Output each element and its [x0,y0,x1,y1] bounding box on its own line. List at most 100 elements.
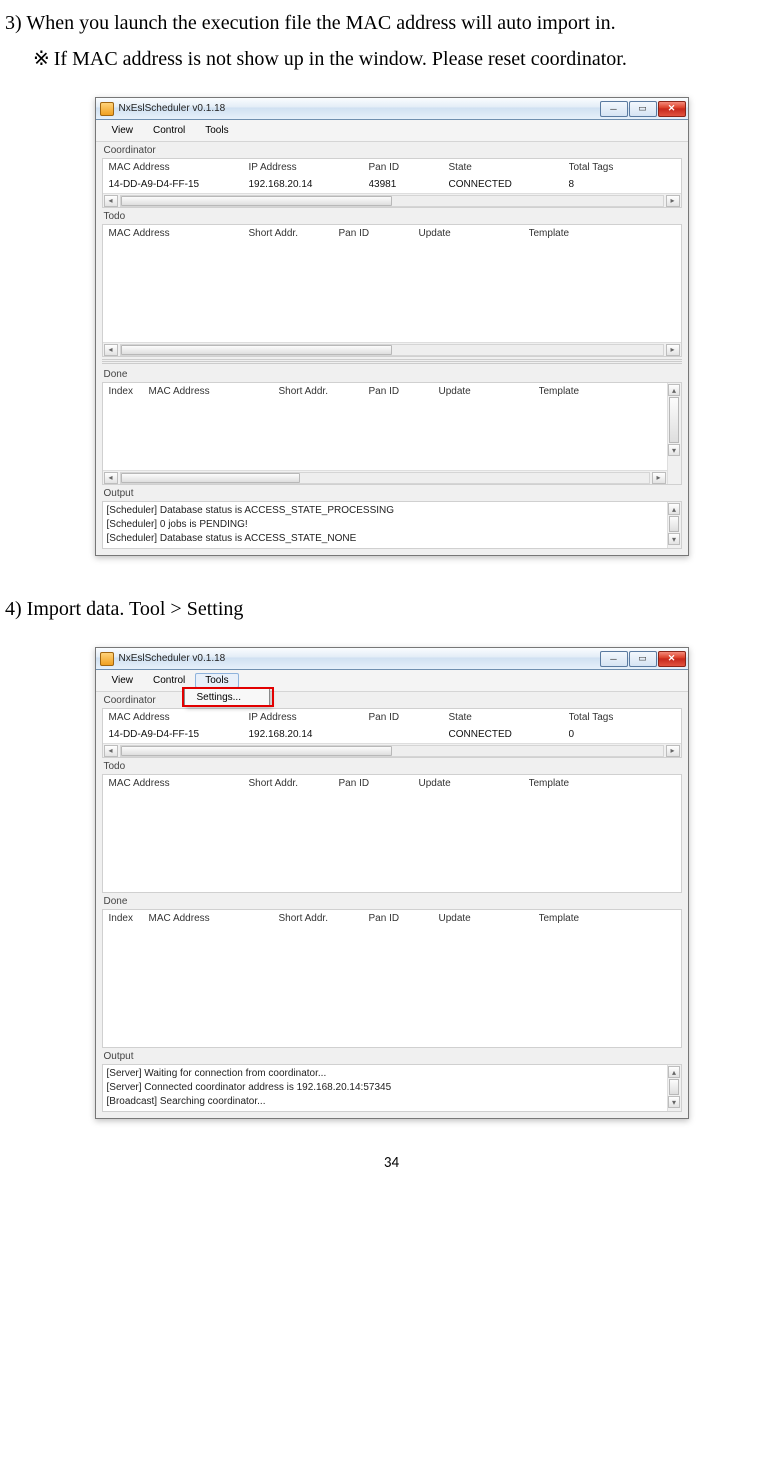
todo-panel: MAC Address Short Addr. Pan ID Update Te… [102,224,682,357]
col-index[interactable]: Index [109,386,149,397]
scroll-right-icon[interactable]: ▸ [666,344,680,356]
coordinator-panel: MAC Address IP Address Pan ID State Tota… [102,708,682,758]
minimize-button[interactable]: ─ [600,101,628,117]
app-window-1: NxEslScheduler v0.1.18 ─ ▭ ✕ View Contro… [95,97,689,556]
cell-state: CONNECTED [449,179,569,190]
col-pan[interactable]: Pan ID [339,778,419,789]
tools-dropdown: Settings... [184,688,270,707]
col-pan[interactable]: Pan ID [369,386,439,397]
col-template[interactable]: Template [539,913,675,924]
scroll-left-icon[interactable]: ◂ [104,472,118,484]
menu-item-settings[interactable]: Settings... [185,689,269,706]
scroll-down-icon[interactable]: ▾ [668,533,680,545]
col-update[interactable]: Update [419,778,529,789]
col-template[interactable]: Template [529,778,675,789]
col-pan[interactable]: Pan ID [369,712,449,723]
col-short-addr[interactable]: Short Addr. [279,913,369,924]
scroll-right-icon[interactable]: ▸ [666,195,680,207]
cell-ip: 192.168.20.14 [249,729,369,740]
col-mac[interactable]: MAC Address [109,778,249,789]
col-pan[interactable]: Pan ID [369,913,439,924]
done-panel: Index MAC Address Short Addr. Pan ID Upd… [102,382,682,485]
cell-mac: 14-DD-A9-D4-FF-15 [109,729,249,740]
scroll-up-icon[interactable]: ▴ [668,384,680,396]
minimize-button[interactable]: ─ [600,651,628,667]
close-button[interactable]: ✕ [658,651,686,667]
col-short-addr[interactable]: Short Addr. [249,228,339,239]
scroll-left-icon[interactable]: ◂ [104,344,118,356]
done-vscroll[interactable]: ▴ ▾ [667,383,681,484]
output-label: Output [96,485,688,500]
app-window-2: NxEslScheduler v0.1.18 ─ ▭ ✕ View Contro… [95,647,689,1119]
coordinator-hscroll[interactable]: ◂ ▸ [103,743,681,757]
done-label: Done [96,893,688,908]
scroll-right-icon[interactable]: ▸ [666,745,680,757]
scroll-up-icon[interactable]: ▴ [668,503,680,515]
col-template[interactable]: Template [529,228,675,239]
col-mac[interactable]: MAC Address [109,228,249,239]
app-icon [100,102,114,116]
col-mac[interactable]: MAC Address [149,386,279,397]
coordinator-panel: MAC Address IP Address Pan ID State Tota… [102,158,682,208]
col-state[interactable]: State [449,162,569,173]
output-line: [Scheduler] Database status is ACCESS_ST… [107,532,663,546]
menu-control[interactable]: Control [143,123,195,138]
done-hscroll[interactable]: ◂ ▸ [103,470,667,484]
todo-panel: MAC Address Short Addr. Pan ID Update Te… [102,774,682,893]
col-template[interactable]: Template [539,386,661,397]
output-line: [Scheduler] 0 jobs is PENDING! [107,518,663,532]
col-index[interactable]: Index [109,913,149,924]
scroll-left-icon[interactable]: ◂ [104,745,118,757]
col-update[interactable]: Update [439,913,539,924]
step-3-number: 3) [5,12,22,34]
step-4-number: 4) [5,598,22,620]
col-pan[interactable]: Pan ID [339,228,419,239]
output-vscroll[interactable]: ▴ ▾ [667,1065,681,1111]
todo-hscroll[interactable]: ◂ ▸ [103,342,681,356]
output-label: Output [96,1048,688,1063]
coordinator-hscroll[interactable]: ◂ ▸ [103,193,681,207]
menu-view[interactable]: View [102,673,144,688]
menu-control[interactable]: Control [143,673,195,688]
window-title: NxEslScheduler v0.1.18 [119,103,600,114]
scroll-right-icon[interactable]: ▸ [652,472,666,484]
col-short-addr[interactable]: Short Addr. [249,778,339,789]
coordinator-row[interactable]: 14-DD-A9-D4-FF-15 192.168.20.14 43981 CO… [103,176,681,193]
minimize-icon: ─ [610,104,616,114]
coordinator-row[interactable]: 14-DD-A9-D4-FF-15 192.168.20.14 CONNECTE… [103,726,681,743]
output-vscroll[interactable]: ▴ ▾ [667,502,681,548]
col-tags[interactable]: Total Tags [569,162,675,173]
scroll-down-icon[interactable]: ▾ [668,444,680,456]
resize-separator[interactable] [102,359,682,364]
maximize-button[interactable]: ▭ [629,651,657,667]
col-mac[interactable]: MAC Address [149,913,279,924]
col-update[interactable]: Update [439,386,539,397]
col-state[interactable]: State [449,712,569,723]
cell-tags: 0 [569,729,675,740]
menubar: View Control Tools [96,120,688,142]
col-ip[interactable]: IP Address [249,162,369,173]
cell-state: CONNECTED [449,729,569,740]
menu-tools[interactable]: Tools [195,123,238,138]
titlebar[interactable]: NxEslScheduler v0.1.18 ─ ▭ ✕ [96,648,688,670]
col-tags[interactable]: Total Tags [569,712,675,723]
col-pan[interactable]: Pan ID [369,162,449,173]
page-number: 34 [5,1154,778,1182]
output-line: [Server] Waiting for connection from coo… [107,1067,663,1081]
menu-view[interactable]: View [102,123,144,138]
close-button[interactable]: ✕ [658,101,686,117]
scroll-left-icon[interactable]: ◂ [104,195,118,207]
scroll-up-icon[interactable]: ▴ [668,1066,680,1078]
col-ip[interactable]: IP Address [249,712,369,723]
window-title: NxEslScheduler v0.1.18 [119,653,600,664]
col-update[interactable]: Update [419,228,529,239]
col-mac[interactable]: MAC Address [109,712,249,723]
output-line: [Server] Connected coordinator address i… [107,1081,663,1095]
maximize-button[interactable]: ▭ [629,101,657,117]
scroll-down-icon[interactable]: ▾ [668,1096,680,1108]
col-short-addr[interactable]: Short Addr. [279,386,369,397]
col-mac[interactable]: MAC Address [109,162,249,173]
menu-tools[interactable]: Tools [195,673,238,688]
titlebar[interactable]: NxEslScheduler v0.1.18 ─ ▭ ✕ [96,98,688,120]
done-label: Done [96,366,688,381]
